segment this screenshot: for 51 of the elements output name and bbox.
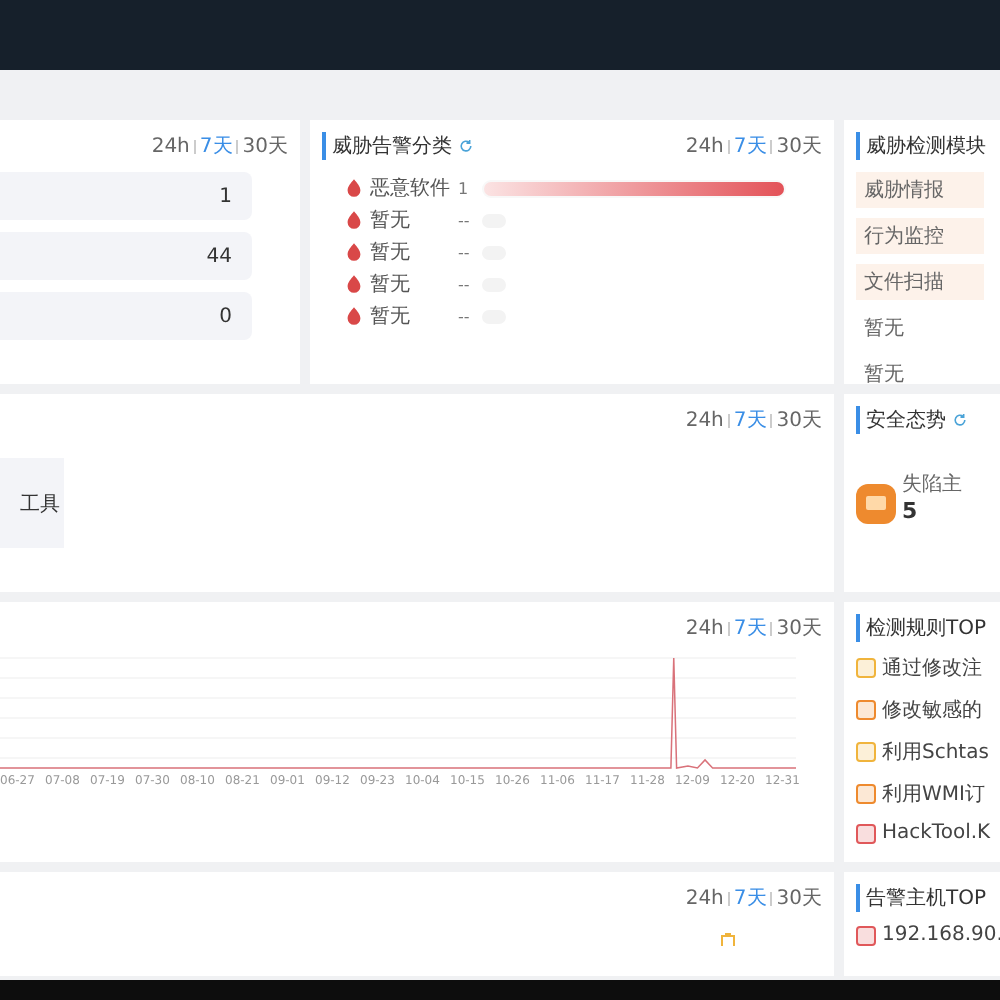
host-label: 失陷主: [902, 471, 962, 498]
module-item: 文件扫描: [856, 264, 984, 300]
time-range-tab[interactable]: 30天: [242, 132, 288, 160]
panel-title: 威胁检测模块: [856, 132, 986, 160]
time-range-tab[interactable]: 30天: [776, 406, 822, 434]
stat-row: 44: [0, 232, 252, 280]
time-range-tab[interactable]: 24h: [685, 409, 724, 431]
threat-count: 1: [458, 179, 471, 197]
module-item: 行为监控: [856, 218, 984, 254]
marker-icon: [720, 932, 736, 948]
time-range-tab[interactable]: 30天: [776, 614, 822, 642]
refresh-icon[interactable]: [458, 138, 474, 154]
time-range-tab[interactable]: 30天: [776, 884, 822, 912]
time-range-tab[interactable]: 7天: [733, 132, 767, 160]
rule-name[interactable]: 通过修改注: [882, 654, 982, 682]
time-range-tab[interactable]: 24h: [151, 135, 190, 157]
stat-row: 0: [0, 292, 252, 340]
host-address[interactable]: 192.168.90.: [882, 924, 1000, 946]
threat-count: --: [458, 307, 472, 325]
host-icon: [856, 484, 896, 524]
time-range-tab[interactable]: 24h: [685, 887, 724, 909]
panel-title: 告警主机TOP: [856, 884, 987, 912]
threat-name: 暂无: [370, 239, 412, 266]
threat-count: --: [458, 275, 472, 293]
refresh-icon[interactable]: [952, 412, 968, 428]
module-item: 暂无: [862, 361, 906, 384]
threat-name: 恶意软件: [370, 175, 452, 202]
tool-tile: 工具: [0, 458, 64, 548]
time-range-tab[interactable]: 30天: [776, 132, 822, 160]
module-item: 暂无: [862, 315, 906, 344]
panel-title: 威胁告警分类: [322, 132, 452, 160]
threat-count: --: [458, 243, 472, 261]
time-range-tab[interactable]: 24h: [685, 617, 724, 639]
time-range-tab[interactable]: 24h: [685, 135, 724, 157]
rule-name[interactable]: HackTool.K: [882, 822, 991, 844]
threat-name: 暂无: [370, 303, 412, 330]
rule-name[interactable]: 修改敏感的: [882, 696, 982, 724]
panel-title: 安全态势: [856, 406, 946, 434]
rule-name[interactable]: 利用WMI订: [882, 780, 985, 808]
threat-name: 暂无: [370, 271, 412, 298]
time-range-tab[interactable]: 7天: [733, 406, 767, 434]
stat-row: 1: [0, 172, 252, 220]
host-count: 5: [902, 498, 920, 524]
time-range-tab[interactable]: 7天: [199, 132, 233, 160]
rule-name[interactable]: 利用Schtas: [882, 738, 989, 766]
module-item: 威胁情报: [856, 172, 984, 208]
time-range-tab[interactable]: 7天: [733, 884, 767, 912]
panel-title: 检测规则TOP: [856, 614, 987, 642]
time-range-tab[interactable]: 7天: [733, 614, 767, 642]
threat-name: 暂无: [370, 207, 412, 234]
threat-count: --: [458, 211, 472, 229]
